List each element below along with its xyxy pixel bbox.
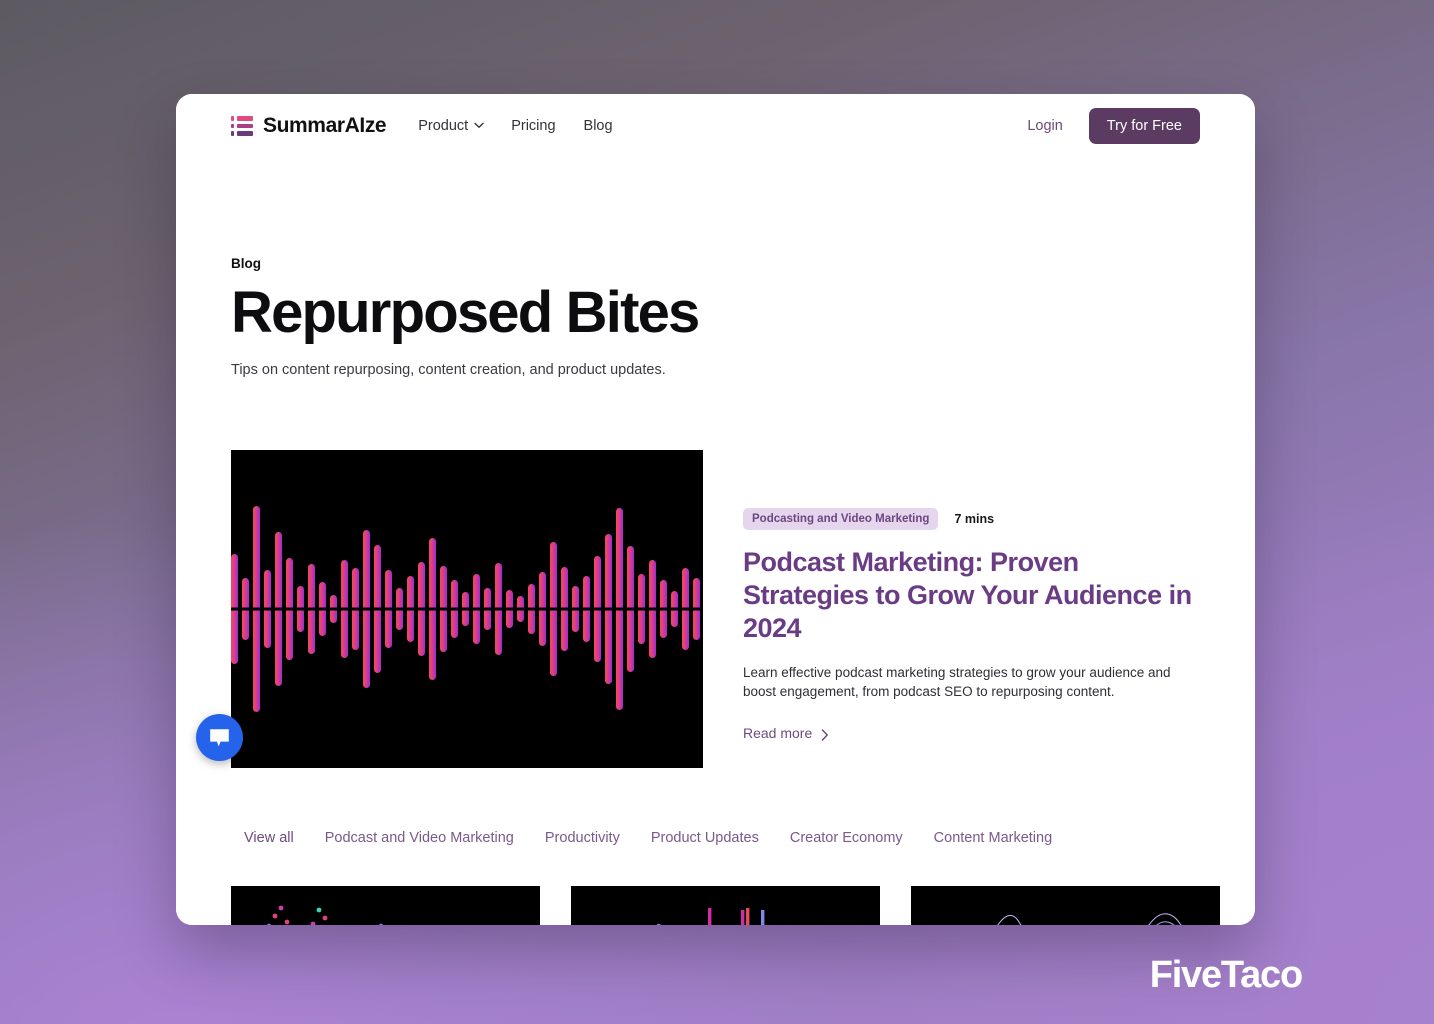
read-time: 7 mins bbox=[954, 511, 995, 526]
fivetaco-watermark: FiveTaco bbox=[1149, 954, 1304, 996]
filter-creator-economy[interactable]: Creator Economy bbox=[790, 830, 903, 846]
filter-product-updates[interactable]: Product Updates bbox=[651, 830, 759, 846]
site-navbar: SummarAIze Product Pricing Blog Login Tr… bbox=[176, 94, 1255, 158]
page-title: Repurposed Bites bbox=[231, 280, 700, 345]
post-grid bbox=[231, 885, 1220, 925]
chevron-down-icon bbox=[474, 122, 484, 131]
login-link[interactable]: Login bbox=[1027, 118, 1062, 134]
filter-content-marketing[interactable]: Content Marketing bbox=[934, 830, 1052, 846]
page-subtitle: Tips on content repurposing, content cre… bbox=[231, 361, 666, 378]
summaraize-list-icon bbox=[231, 116, 253, 136]
nav-item-product-label: Product bbox=[418, 118, 469, 134]
nav-item-blog[interactable]: Blog bbox=[584, 118, 613, 134]
filter-view-all[interactable]: View all bbox=[244, 830, 294, 846]
featured-post-description: Learn effective podcast marketing strate… bbox=[743, 664, 1171, 699]
nav-item-blog-label: Blog bbox=[583, 118, 613, 134]
nav-item-pricing-label: Pricing bbox=[511, 118, 556, 134]
category-tag[interactable]: Podcasting and Video Marketing bbox=[743, 507, 939, 530]
featured-post-title[interactable]: Podcast Marketing: Proven Strategies to … bbox=[743, 546, 1200, 645]
nav-links: Product Pricing Blog bbox=[418, 118, 612, 134]
breadcrumb-blog: Blog bbox=[231, 256, 261, 271]
brand-name: SummarAIze bbox=[263, 114, 387, 137]
filter-productivity[interactable]: Productivity bbox=[545, 830, 620, 846]
dotted-peaks-graphic bbox=[231, 885, 540, 925]
main-content: Blog Repurposed Bites Tips on content re… bbox=[176, 256, 1255, 925]
featured-post-thumbnail[interactable] bbox=[231, 449, 703, 768]
audio-waveform-graphic bbox=[231, 449, 703, 768]
post-card-thumbnail-1[interactable] bbox=[231, 885, 540, 925]
featured-post-meta: Podcasting and Video Marketing 7 mins bbox=[743, 507, 1200, 530]
chat-bubble-icon bbox=[210, 728, 229, 746]
page-content: SummarAIze Product Pricing Blog Login Tr… bbox=[176, 94, 1255, 925]
post-card-thumbnail-3[interactable] bbox=[911, 885, 1220, 925]
featured-post: Podcasting and Video Marketing 7 mins Po… bbox=[231, 449, 1200, 768]
chat-widget-button[interactable] bbox=[196, 714, 243, 761]
color-spikes-graphic bbox=[571, 885, 880, 925]
chevron-right-icon bbox=[821, 728, 830, 741]
featured-post-body: Podcasting and Video Marketing 7 mins Po… bbox=[743, 450, 1200, 743]
browser-window: SummarAIze Product Pricing Blog Login Tr… bbox=[176, 94, 1255, 925]
contour-waves-graphic bbox=[911, 885, 1220, 925]
try-for-free-button[interactable]: Try for Free bbox=[1088, 108, 1200, 144]
read-more-label: Read more bbox=[743, 725, 813, 742]
filter-podcast-and-video-marketing[interactable]: Podcast and Video Marketing bbox=[325, 830, 514, 846]
nav-item-pricing[interactable]: Pricing bbox=[511, 118, 555, 134]
nav-item-product[interactable]: Product bbox=[418, 118, 484, 134]
post-card-thumbnail-2[interactable] bbox=[571, 885, 880, 925]
category-filter-bar: View all Podcast and Video Marketing Pro… bbox=[231, 830, 1200, 846]
read-more-link[interactable]: Read more bbox=[743, 725, 830, 741]
brand-logo[interactable]: SummarAIze bbox=[231, 114, 387, 138]
nav-actions: Login Try for Free bbox=[1027, 108, 1200, 144]
